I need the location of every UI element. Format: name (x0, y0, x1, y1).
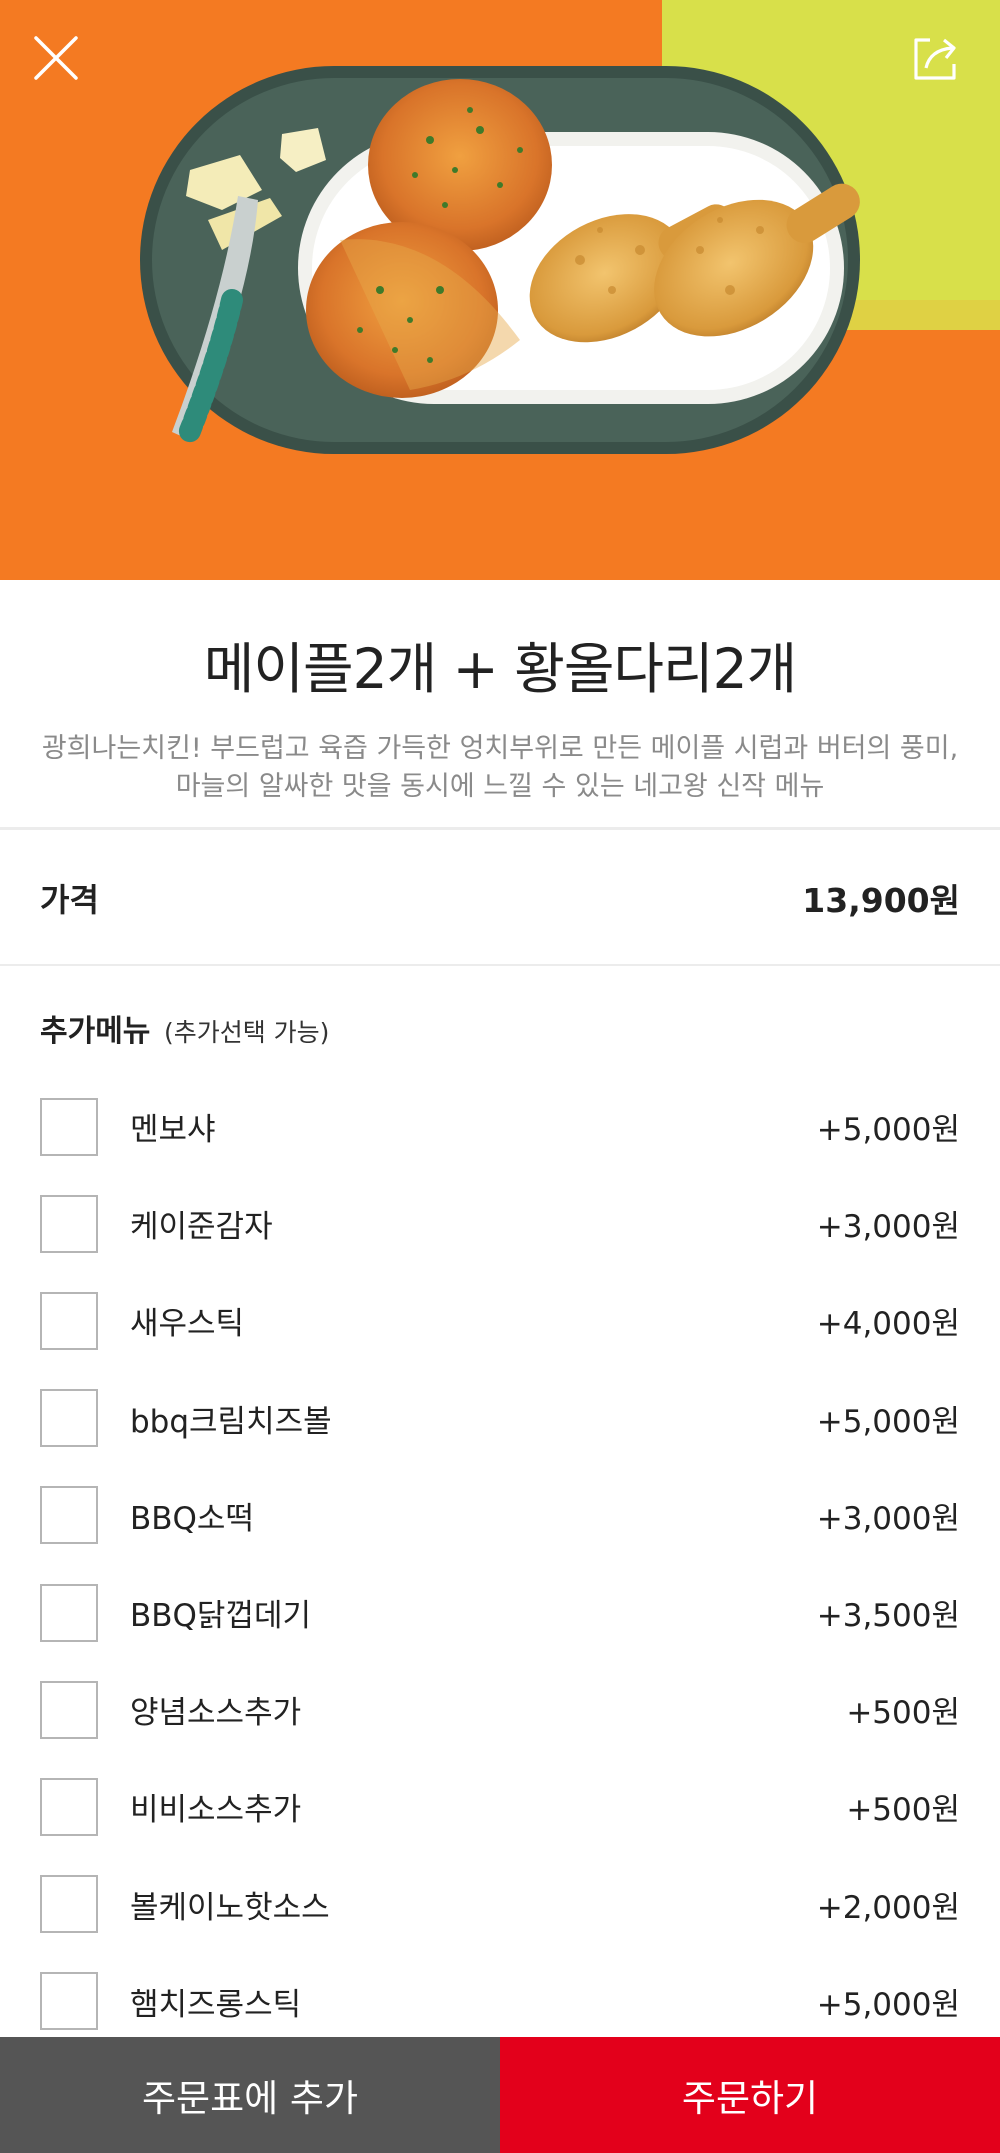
product-description: 광희나는치킨! 부드럽고 육즙 가득한 엉치부위로 만든 메이플 시럽과 버터의… (30, 730, 970, 806)
extra-item[interactable]: 멘보샤 +5,000원 (0, 1078, 1000, 1175)
extra-checkbox[interactable] (40, 1680, 98, 1739)
price-label: 가격 (40, 880, 99, 919)
extra-checkbox[interactable] (40, 1875, 98, 1934)
extra-checkbox[interactable] (40, 1972, 98, 2031)
extra-item-price: +5,000원 (816, 1986, 960, 2023)
product-description-line1: 광희나는치킨! 부드럽고 육즙 가득한 엉치부위로 만든 메이플 시럽과 버터의… (41, 733, 959, 764)
extra-item-name: 비비소스추가 (130, 1792, 302, 1829)
extra-item-name: 멘보샤 (130, 1112, 216, 1149)
extra-item[interactable]: BBQ소떡 +3,000원 (0, 1467, 1000, 1564)
extras-list: 멘보샤 +5,000원 케이준감자 +3,000원 새우스틱 +4,000원 b… (0, 1078, 1000, 2050)
extra-checkbox[interactable] (40, 1583, 98, 1642)
order-now-button[interactable]: 주문하기 (500, 2037, 1000, 2153)
share-icon (914, 38, 956, 80)
extra-item-price: +500원 (846, 1695, 960, 1732)
extra-item-price: +3,500원 (816, 1598, 960, 1635)
add-to-cart-button[interactable]: 주문표에 추가 (0, 2037, 500, 2153)
extra-checkbox[interactable] (40, 1291, 98, 1350)
product-header: 메이플2개 + 황올다리2개 광희나는치킨! 부드럽고 육즙 가득한 엉치부위로… (0, 580, 1000, 828)
extra-item-name: BBQ소떡 (130, 1500, 254, 1537)
extra-item-name: bbq크림치즈볼 (130, 1403, 332, 1440)
extra-checkbox[interactable] (40, 1389, 98, 1448)
extra-item[interactable]: BBQ닭껍데기 +3,500원 (0, 1564, 1000, 1661)
extras-heading: 추가메뉴 (추가선택 가능) (40, 1006, 329, 1050)
extra-item[interactable]: bbq크림치즈볼 +5,000원 (0, 1370, 1000, 1467)
extra-item-price: +5,000원 (816, 1403, 960, 1440)
extra-item-price: +500원 (846, 1792, 960, 1829)
extra-item-price: +4,000원 (816, 1306, 960, 1343)
extra-item[interactable]: 새우스틱 +4,000원 (0, 1272, 1000, 1369)
chicken-dish-illustration (0, 0, 1000, 580)
product-image (0, 0, 1000, 580)
extra-item-price: +2,000원 (816, 1889, 960, 1926)
extra-item-name: 새우스틱 (130, 1306, 245, 1343)
bottom-action-bar: 주문표에 추가 주문하기 (0, 2037, 1000, 2153)
extra-item-name: 볼케이노핫소스 (130, 1889, 330, 1926)
price-value: 13,900원 (802, 880, 960, 920)
extra-item[interactable]: 비비소스추가 +500원 (0, 1758, 1000, 1855)
extras-subtitle: (추가선택 가능) (163, 1018, 330, 1047)
extra-item-price: +3,000원 (816, 1209, 960, 1246)
extra-item[interactable]: 햄치즈롱스틱 +5,000원 (0, 1953, 1000, 2050)
extra-item[interactable]: 양념소스추가 +500원 (0, 1661, 1000, 1758)
extras-title: 추가메뉴 (40, 1014, 151, 1049)
extra-checkbox[interactable] (40, 1097, 98, 1156)
extra-item[interactable]: 볼케이노핫소스 +2,000원 (0, 1856, 1000, 1953)
extra-item-name: 케이준감자 (130, 1209, 273, 1246)
close-icon (34, 36, 78, 80)
price-row: 가격 13,900원 (0, 830, 1000, 965)
share-button[interactable] (910, 34, 974, 98)
extra-item-name: BBQ닭껍데기 (130, 1598, 312, 1635)
product-title: 메이플2개 + 황올다리2개 (203, 637, 797, 701)
section-divider (0, 964, 1000, 966)
extra-checkbox[interactable] (40, 1194, 98, 1253)
extra-checkbox[interactable] (40, 1777, 98, 1836)
extra-item-price: +5,000원 (816, 1112, 960, 1149)
extra-checkbox[interactable] (40, 1486, 98, 1545)
extra-item-name: 양념소스추가 (130, 1695, 302, 1732)
extra-item-price: +3,000원 (816, 1500, 960, 1537)
extra-item[interactable]: 케이준감자 +3,000원 (0, 1175, 1000, 1272)
extra-item-name: 햄치즈롱스틱 (130, 1986, 302, 2023)
close-button[interactable] (32, 34, 96, 98)
product-description-line2: 마늘의 알싸한 맛을 동시에 느낄 수 있는 네고왕 신작 메뉴 (175, 771, 825, 802)
